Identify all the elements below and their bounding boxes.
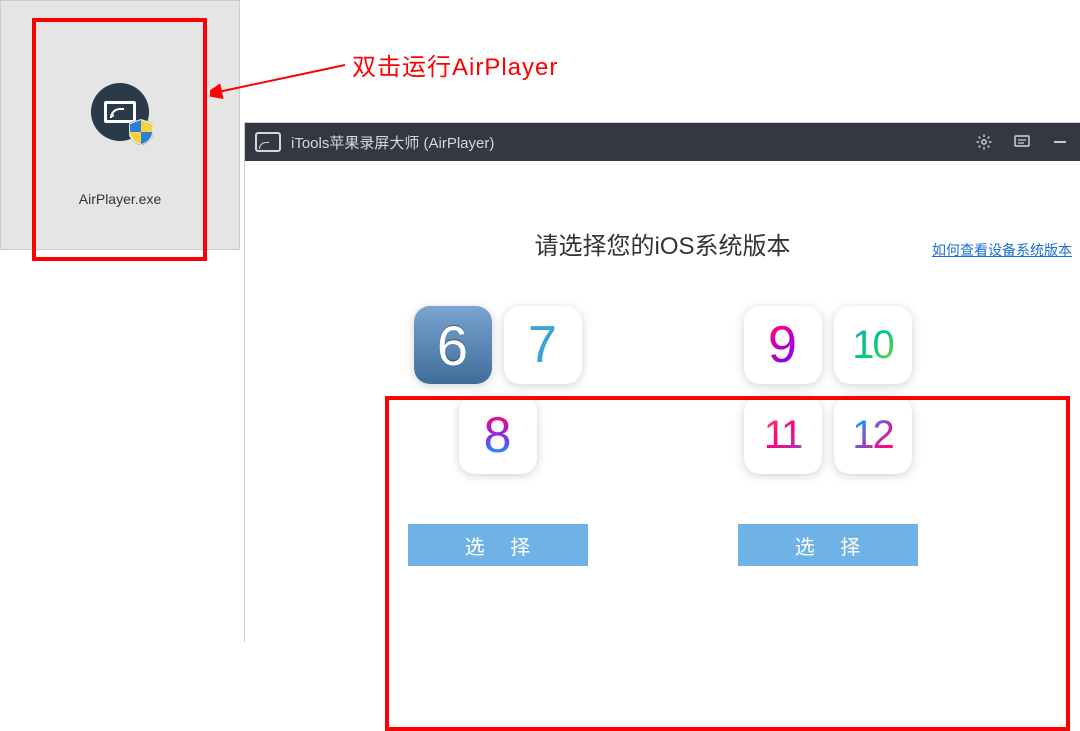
desktop-area: AirPlayer.exe	[0, 0, 240, 250]
window-title: iTools苹果录屏大师 (AirPlayer)	[291, 132, 974, 153]
airplayer-executable-icon[interactable]: AirPlayer.exe	[79, 43, 161, 207]
app-titlebar-icon	[255, 132, 281, 152]
window-body: 如何查看设备系统版本 请选择您的iOS系统版本 678 选 择 9101112 …	[245, 226, 1080, 706]
version-tiles-legacy: 67 8	[408, 306, 588, 474]
icon-filename-label: AirPlayer.exe	[79, 191, 161, 207]
help-link[interactable]: 如何查看设备系统版本	[932, 240, 1072, 260]
select-button-legacy[interactable]: 选 择	[408, 524, 588, 566]
minimize-icon[interactable]	[1050, 132, 1070, 152]
ios-version-tile-7[interactable]: 7	[504, 306, 582, 384]
ios-version-tile-6[interactable]: 6	[414, 306, 492, 384]
settings-icon[interactable]	[974, 132, 994, 152]
select-button-modern[interactable]: 选 择	[738, 524, 918, 566]
version-group-legacy: 67 8 选 择	[408, 306, 588, 566]
ios-version-tile-12[interactable]: 12	[834, 396, 912, 474]
ios-version-tile-8[interactable]: 8	[459, 396, 537, 474]
version-group-modern: 9101112 选 择	[738, 306, 918, 566]
annotation-label: 双击运行AirPlayer	[352, 47, 558, 82]
ios-version-tile-10[interactable]: 10	[834, 306, 912, 384]
airplayer-app-icon	[91, 83, 149, 141]
feedback-icon[interactable]	[1012, 132, 1032, 152]
ios-version-tile-11[interactable]: 11	[744, 396, 822, 474]
window-titlebar: iTools苹果录屏大师 (AirPlayer)	[245, 123, 1080, 161]
ios-version-tile-9[interactable]: 9	[744, 306, 822, 384]
airplayer-window: iTools苹果录屏大师 (AirPlayer) 如何查看设备系统版本 请选择您…	[245, 123, 1080, 641]
uac-shield-icon	[129, 119, 153, 145]
version-tiles-modern: 9101112	[738, 306, 918, 474]
